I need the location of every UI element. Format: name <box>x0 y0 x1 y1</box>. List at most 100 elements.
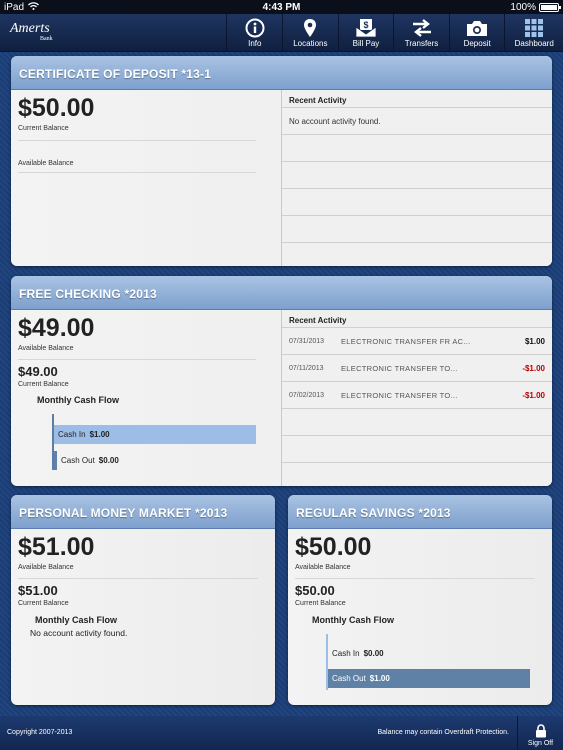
money-market-available-amount: $51.00 <box>18 533 95 561</box>
divider <box>18 140 256 141</box>
money-market-account-panel[interactable]: PERSONAL MONEY MARKET *2013 $51.00 Avail… <box>11 495 275 705</box>
cd-balance-label: Current Balance <box>18 125 69 132</box>
nav-info-button[interactable]: Info <box>226 14 282 51</box>
divider <box>18 578 258 579</box>
list-item <box>282 436 552 463</box>
svg-text:$: $ <box>363 20 368 30</box>
cash-out-label: Cash Out <box>332 674 366 683</box>
money-market-current-label: Current Balance <box>18 600 69 607</box>
checking-current-amount: $49.00 <box>18 364 58 379</box>
list-item <box>282 216 552 243</box>
checking-activity-title: Recent Activity <box>282 310 552 328</box>
checking-account-panel[interactable]: FREE CHECKING *2013 $49.00 Available Bal… <box>11 276 552 486</box>
cd-available-label: Available Balance <box>18 160 74 167</box>
cd-balance-amount: $50.00 <box>18 94 95 122</box>
cash-in-bar: Cash In $1.00 <box>54 425 256 444</box>
checking-cashflow-title: Monthly Cash Flow <box>37 395 119 405</box>
activity-date: 07/31/2013 <box>289 337 325 345</box>
cash-out-bar: Cash Out $1.00 <box>328 669 530 688</box>
divider <box>295 578 535 579</box>
bank-logo: Amerts Bank <box>0 14 226 51</box>
list-item <box>282 135 552 162</box>
nav-info-label: Info <box>248 39 262 48</box>
camera-icon <box>466 17 488 39</box>
activity-amount: -$1.00 <box>522 363 545 373</box>
cash-out-value: $1.00 <box>369 674 390 683</box>
clock: 4:43 PM <box>262 1 301 13</box>
bank-name: Amerts <box>10 21 50 36</box>
nav-locations-button[interactable]: Locations <box>282 14 338 51</box>
table-row[interactable]: 07/02/2013 ELECTRONIC TRANSFER TO... -$1… <box>282 382 552 409</box>
nav-transfers-button[interactable]: Transfers <box>393 14 449 51</box>
savings-account-panel[interactable]: REGULAR SAVINGS *2013 $50.00 Available B… <box>288 495 552 705</box>
bank-sub: Bank <box>40 36 53 42</box>
activity-amount: $1.00 <box>524 336 545 346</box>
cash-out-text: Cash Out $0.00 <box>57 451 119 470</box>
list-item: No account activity found. <box>282 108 552 135</box>
info-icon <box>245 17 265 39</box>
sign-off-button[interactable]: Sign Off <box>517 716 563 750</box>
cash-in-value: $0.00 <box>363 649 384 658</box>
checking-panel-title: FREE CHECKING *2013 <box>11 276 552 310</box>
battery-icon <box>539 2 561 12</box>
money-market-flow-empty: No account activity found. <box>30 628 128 638</box>
savings-available-label: Available Balance <box>295 564 351 571</box>
top-nav-bar: Amerts Bank Info Locations $ Bill Pay Tr… <box>0 14 563 52</box>
activity-description: ELECTRONIC TRANSFER TO... <box>341 390 458 400</box>
cash-in-text: Cash In $0.00 <box>328 644 384 663</box>
money-market-available-label: Available Balance <box>18 564 74 571</box>
list-item <box>282 189 552 216</box>
activity-date: 07/11/2013 <box>289 364 324 372</box>
status-bar: iPad 4:43 PM 100% <box>0 0 563 14</box>
list-item <box>282 409 552 436</box>
cd-recent-activity: Recent Activity No account activity foun… <box>281 90 552 266</box>
checking-available-label: Available Balance <box>18 345 74 352</box>
cd-activity-title: Recent Activity <box>282 90 552 108</box>
nav-dashboard-label: Dashboard <box>514 39 554 48</box>
nav-deposit-button[interactable]: Deposit <box>448 14 505 51</box>
cash-in-value: $1.00 <box>89 430 110 439</box>
checking-current-label: Current Balance <box>18 381 69 388</box>
money-market-current-amount: $51.00 <box>18 583 58 598</box>
footer-bar: Copyright 2007-2013 Balance may contain … <box>0 716 563 750</box>
nav-locations-label: Locations <box>293 39 328 48</box>
copyright-text: Copyright 2007-2013 <box>7 729 73 736</box>
cash-in-label: Cash In <box>332 649 360 658</box>
cash-in-label: Cash In <box>58 430 86 439</box>
nav-transfers-label: Transfers <box>404 39 439 48</box>
bill-pay-icon: $ <box>355 17 377 39</box>
money-market-cashflow-title: Monthly Cash Flow <box>35 615 117 625</box>
nav-deposit-label: Deposit <box>463 39 491 48</box>
savings-current-label: Current Balance <box>295 600 346 607</box>
activity-description: ELECTRONIC TRANSFER FR AC... <box>341 336 471 346</box>
transfer-arrows-icon <box>411 17 433 39</box>
map-pin-icon <box>303 17 317 39</box>
table-row[interactable]: 07/31/2013 ELECTRONIC TRANSFER FR AC... … <box>282 328 552 355</box>
sign-off-label: Sign Off <box>527 740 554 747</box>
activity-amount: -$1.00 <box>522 390 545 400</box>
cd-activity-empty: No account activity found. <box>289 116 381 126</box>
nav-billpay-button[interactable]: $ Bill Pay <box>337 14 394 51</box>
savings-panel-title: REGULAR SAVINGS *2013 <box>288 495 552 529</box>
activity-date: 07/02/2013 <box>289 391 325 399</box>
divider <box>18 172 256 173</box>
lock-icon <box>535 724 547 740</box>
savings-cashflow-title: Monthly Cash Flow <box>312 615 394 625</box>
nav-billpay-label: Bill Pay <box>352 39 380 48</box>
activity-description: ELECTRONIC TRANSFER TO... <box>341 363 458 373</box>
cash-out-label: Cash Out <box>61 456 95 465</box>
grid-icon <box>524 17 544 39</box>
cash-out-value: $0.00 <box>98 456 119 465</box>
table-row[interactable]: 07/11/2013 ELECTRONIC TRANSFER TO... -$1… <box>282 355 552 382</box>
overdraft-note: Balance may contain Overdraft Protection… <box>377 729 509 736</box>
list-item <box>282 162 552 189</box>
savings-current-amount: $50.00 <box>295 583 335 598</box>
checking-recent-activity: Recent Activity 07/31/2013 ELECTRONIC TR… <box>281 310 552 486</box>
divider <box>18 359 256 360</box>
savings-available-amount: $50.00 <box>295 533 372 561</box>
nav-dashboard-button[interactable]: Dashboard <box>504 14 563 51</box>
cd-account-panel[interactable]: CERTIFICATE OF DEPOSIT *13-1 $50.00 Curr… <box>11 56 552 266</box>
cd-panel-title: CERTIFICATE OF DEPOSIT *13-1 <box>11 56 552 90</box>
money-market-panel-title: PERSONAL MONEY MARKET *2013 <box>11 495 275 529</box>
checking-available-amount: $49.00 <box>18 314 95 342</box>
